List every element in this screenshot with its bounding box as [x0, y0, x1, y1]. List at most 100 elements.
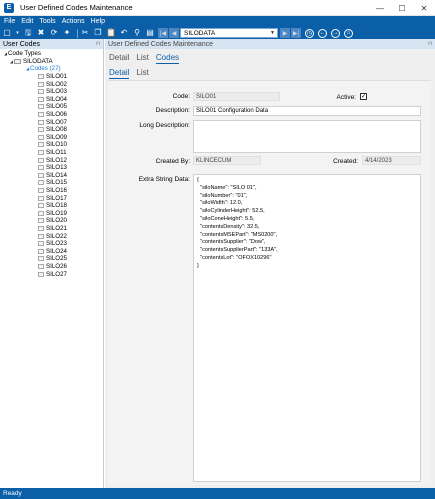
code-icon	[38, 165, 44, 171]
record-select[interactable]: SILODATA ▼	[180, 28, 278, 38]
tree-item-label: SILO19	[46, 209, 67, 217]
tree-item-code[interactable]: SILO02	[0, 80, 103, 88]
tree-item-code[interactable]: SILO12	[0, 156, 103, 164]
menu-tools[interactable]: Tools	[39, 18, 55, 25]
forward-arrow-icon[interactable]: →	[331, 28, 340, 38]
code-value: SILO01	[196, 93, 217, 100]
tab-list[interactable]: List	[136, 53, 148, 64]
tree-item-code[interactable]: SILO16	[0, 187, 103, 195]
tree-item-label: SILO13	[46, 164, 67, 172]
save-icon[interactable]: 🖫	[23, 28, 33, 38]
tree-item-code[interactable]: SILO27	[0, 270, 103, 278]
code-icon	[38, 263, 44, 269]
menu-actions[interactable]: Actions	[62, 18, 85, 25]
active-label: Active:	[336, 94, 356, 101]
refresh-icon[interactable]: ⟳	[49, 28, 59, 38]
tree-item-label: Code Types	[8, 50, 41, 58]
tab-code-detail[interactable]: Detail	[109, 68, 130, 79]
tree-item-code[interactable]: SILO15	[0, 179, 103, 187]
window-controls: — ☐ ✕	[369, 0, 435, 16]
tab-codes[interactable]: Codes	[155, 53, 180, 64]
delete-icon[interactable]: ✖	[36, 28, 46, 38]
tree-item-silodata[interactable]: ◢ SILODATA	[0, 58, 103, 66]
tree-item-label: SILO27	[46, 270, 67, 278]
home-icon[interactable]: ⌂	[344, 28, 353, 38]
find-icon[interactable]: ⚲	[132, 28, 142, 38]
wand-icon[interactable]: ✦	[62, 28, 72, 38]
dropdown-arrow-icon[interactable]: ▾	[15, 28, 20, 38]
properties-icon[interactable]: ▤	[145, 28, 155, 38]
tree-item-code[interactable]: SILO24	[0, 247, 103, 255]
menu-bar: File Edit Tools Actions Help	[0, 16, 435, 27]
tree-item-codes[interactable]: ◢ Codes (27)	[0, 65, 103, 73]
tree-item-label: SILO23	[46, 240, 67, 248]
tree-item-code-types[interactable]: ◢ Code Types	[0, 50, 103, 58]
chevron-down-icon: ▼	[270, 30, 275, 36]
maximize-button[interactable]: ☐	[391, 0, 413, 16]
tree-item-label: SILO04	[46, 95, 67, 103]
tab-detail[interactable]: Detail	[109, 53, 129, 64]
tree-item-code[interactable]: SILO20	[0, 217, 103, 225]
tree-item-code[interactable]: SILO11	[0, 149, 103, 157]
tree-item-label: SILO01	[46, 73, 67, 81]
close-button[interactable]: ✕	[413, 0, 435, 16]
tree-item-label: SILO25	[46, 255, 67, 263]
clock-icon[interactable]: ◷	[305, 28, 314, 38]
code-icon	[38, 210, 44, 216]
description-field[interactable]: SILO01 Configuration Data	[193, 106, 421, 116]
tree-item-code[interactable]: SILO17	[0, 194, 103, 202]
code-icon	[38, 233, 44, 239]
tree-item-code[interactable]: SILO07	[0, 118, 103, 126]
code-icon	[38, 180, 44, 186]
next-record-button[interactable]: ▶	[280, 28, 290, 38]
code-field: SILO01	[193, 92, 280, 101]
tree-item-code[interactable]: SILO03	[0, 88, 103, 96]
tree-item-code[interactable]: SILO13	[0, 164, 103, 172]
tree-item-code[interactable]: SILO05	[0, 103, 103, 111]
tree-item-code[interactable]: SILO25	[0, 255, 103, 263]
tree-item-label: SILO14	[46, 171, 67, 179]
tree-item-label: SILO24	[46, 247, 67, 255]
tree-item-code[interactable]: SILO04	[0, 96, 103, 104]
undo-icon[interactable]: ↶	[119, 28, 129, 38]
code-icon	[38, 112, 44, 118]
tree-item-code[interactable]: SILO09	[0, 134, 103, 142]
pin-icon[interactable]: ⊓	[428, 41, 432, 47]
tree-item-code[interactable]: SILO01	[0, 73, 103, 81]
user-codes-panel: User Codes ⊓ ◢ Code Types ◢ SILODATA ◢ C…	[0, 39, 104, 488]
menu-edit[interactable]: Edit	[21, 18, 33, 25]
code-icon	[38, 218, 44, 224]
copy-icon[interactable]: ❐	[93, 28, 103, 38]
last-record-button[interactable]: ▶|	[291, 28, 301, 38]
extra-string-field[interactable]: { "siloName": "SILO 01", "siloNumber": "…	[193, 174, 421, 482]
tree-item-code[interactable]: SILO22	[0, 232, 103, 240]
tree-item-label: SILO22	[46, 232, 67, 240]
paste-icon[interactable]: 📋	[106, 28, 116, 38]
menu-file[interactable]: File	[4, 18, 15, 25]
tree-item-code[interactable]: SILO23	[0, 240, 103, 248]
tree-item-code[interactable]: SILO08	[0, 126, 103, 134]
tab-code-list[interactable]: List	[136, 68, 148, 79]
tree-item-code[interactable]: SILO14	[0, 172, 103, 180]
previous-record-button[interactable]: ◀	[169, 28, 179, 38]
active-checkbox[interactable]: ✓	[360, 93, 367, 100]
cut-icon[interactable]: ✂	[80, 28, 90, 38]
tree-item-code[interactable]: SILO26	[0, 263, 103, 271]
title-bar: E User Defined Codes Maintenance — ☐ ✕	[0, 0, 435, 16]
maintenance-header: User Defined Codes Maintenance ⊓	[105, 39, 435, 49]
tree-item-code[interactable]: SILO21	[0, 225, 103, 233]
first-record-button[interactable]: |◀	[158, 28, 168, 38]
tree-item-label: SILO03	[46, 88, 67, 96]
tree-item-code[interactable]: SILO10	[0, 141, 103, 149]
new-record-icon[interactable]: ▢	[2, 28, 12, 38]
minimize-button[interactable]: —	[369, 0, 391, 16]
long-description-field[interactable]	[193, 120, 421, 153]
pin-icon[interactable]: ⊓	[96, 41, 100, 47]
tree-item-code[interactable]: SILO18	[0, 202, 103, 210]
code-tree: ◢ Code Types ◢ SILODATA ◢ Codes (27) SIL…	[0, 49, 103, 278]
back-arrow-icon[interactable]: ←	[318, 28, 327, 38]
menu-help[interactable]: Help	[91, 18, 105, 25]
tree-item-code[interactable]: SILO06	[0, 111, 103, 119]
tree-item-code[interactable]: SILO19	[0, 209, 103, 217]
tree-item-label: SILO15	[46, 179, 67, 187]
